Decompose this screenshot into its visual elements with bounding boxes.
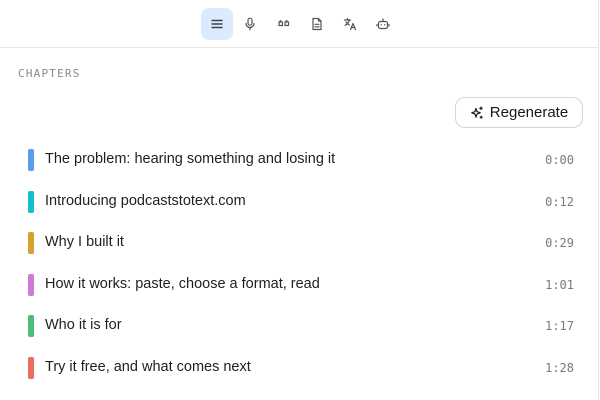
chapter-title: Introducing podcaststotext.com [45, 192, 246, 209]
chapter-timestamp[interactable]: 0:00 [545, 153, 574, 167]
chapter-timestamp[interactable]: 1:28 [545, 361, 574, 375]
quote-icon [278, 19, 290, 27]
translate-view-button[interactable] [334, 8, 366, 40]
robot-icon [376, 18, 390, 30]
chapter-row[interactable]: How it works: paste, choose a format, re… [0, 264, 599, 306]
chapters-heading: CHAPTERS [18, 67, 81, 80]
chapter-color-bar [28, 190, 34, 213]
summary-view-button[interactable] [301, 8, 333, 40]
chapters-view-button[interactable] [201, 8, 233, 40]
chapter-timestamp[interactable]: 1:17 [545, 319, 574, 333]
ai-chat-button[interactable] [367, 8, 399, 40]
transcript-view-button[interactable] [234, 8, 266, 40]
chapter-row[interactable]: Who it is for 1:17 [0, 305, 599, 347]
chapter-color-bar [28, 149, 34, 171]
transcript-panel: CHAPTERS Regenerate The problem: hearing… [0, 0, 599, 400]
quotes-view-button[interactable] [268, 8, 300, 40]
chapter-title: Who it is for [45, 317, 122, 334]
document-icon [312, 17, 322, 31]
chapter-color-bar [28, 273, 34, 296]
regenerate-label: Regenerate [489, 104, 569, 121]
chapter-timestamp[interactable]: 1:01 [545, 278, 574, 292]
chapter-row[interactable]: Introducing podcaststotext.com 0:12 [0, 181, 599, 223]
chapter-list: The problem: hearing something and losin… [0, 139, 599, 389]
menu-lines-icon [211, 19, 223, 29]
translate-icon [343, 17, 357, 31]
chapter-title: The problem: hearing something and losin… [45, 151, 336, 167]
regenerate-button[interactable]: Regenerate [455, 97, 583, 128]
chapter-color-bar [28, 356, 34, 379]
chapter-row[interactable]: The problem: hearing something and losin… [0, 139, 599, 181]
chapter-title: Try it free, and what comes next [45, 358, 251, 375]
chapter-row[interactable]: Try it free, and what comes next 1:28 [0, 347, 599, 389]
chapter-title: Why I built it [45, 234, 124, 251]
microphone-icon [245, 17, 255, 31]
view-toolbar [0, 0, 599, 48]
sparkle-icon [470, 105, 483, 119]
chapter-color-bar [28, 315, 34, 338]
chapter-timestamp[interactable]: 0:29 [545, 236, 574, 250]
chapter-row[interactable]: Why I built it 0:29 [0, 222, 599, 264]
chapter-title: How it works: paste, choose a format, re… [45, 275, 320, 292]
chapter-timestamp[interactable]: 0:12 [545, 195, 574, 209]
chapter-color-bar [28, 232, 34, 255]
